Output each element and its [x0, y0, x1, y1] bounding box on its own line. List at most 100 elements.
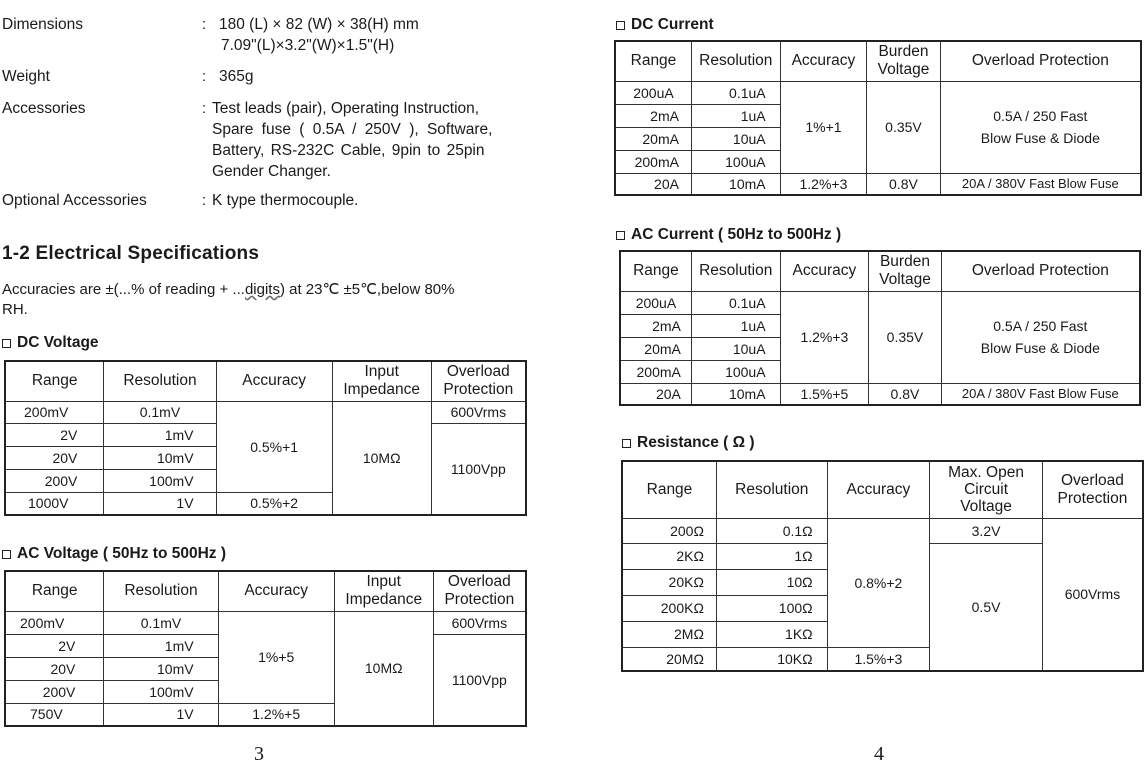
range-cell: 200mA: [614, 149, 692, 174]
range-cell: 20KΩ: [621, 568, 717, 596]
input-impedance-cell: 10MΩ: [331, 400, 432, 516]
accuracy-cell: 0.5%+2: [215, 491, 333, 516]
header-line: Circuit: [964, 481, 1008, 499]
accuracy-cell: 0.5%+1: [215, 400, 333, 493]
range-cell: 2MΩ: [621, 620, 717, 648]
range-cell: 200mV: [4, 400, 105, 424]
resolution-cell: 10KΩ: [715, 646, 828, 672]
table-row: 200mV 0.1mV 1%+5 10MΩ 600Vrms: [4, 610, 527, 727]
header-line: Overload: [447, 573, 511, 591]
spec-colon: :: [202, 100, 207, 117]
burden-voltage-cell: 0.35V: [866, 80, 941, 174]
header-max-open-circuit-voltage: Max. Open Circuit Voltage: [929, 460, 1043, 519]
table-header-row: Range Resolution Accuracy Max. Open Circu…: [621, 460, 1144, 519]
header-burden-voltage: Burden Voltage: [868, 250, 942, 292]
range-cell: 200Ω: [621, 517, 717, 544]
resistance-table: Range Resolution Accuracy Max. Open Circu…: [621, 460, 1144, 672]
range-cell: 200mA: [619, 359, 692, 384]
resolution-cell: 10mV: [103, 656, 219, 681]
ac-voltage-title: AC Voltage ( 50Hz to 500Hz ): [17, 545, 227, 562]
resolution-cell: 10mA: [690, 172, 781, 196]
accuracy-cell: 1%+5: [217, 610, 335, 704]
header-line: Overload: [1061, 471, 1124, 489]
accuracy-cell: 1.2%+3: [779, 172, 868, 196]
spec-label-dimensions: Dimensions: [2, 16, 83, 33]
dc-current-table: Range Resolution Accuracy Burden Voltage …: [614, 40, 1142, 196]
overload-line: Blow Fuse & Diode: [980, 130, 1100, 146]
range-cell: 2mA: [614, 103, 692, 128]
dc-current-title: DC Current: [631, 16, 714, 33]
section-title: 1-2 Electrical Specifications: [2, 243, 260, 264]
header-line: Protection: [1057, 489, 1128, 507]
spec-label-weight: Weight: [2, 68, 50, 85]
range-cell: 20V: [4, 656, 105, 681]
resolution-cell: 100uA: [690, 149, 781, 174]
ac-voltage-heading: AC Voltage ( 50Hz to 500Hz ): [2, 545, 226, 563]
header-accuracy: Accuracy: [779, 40, 868, 82]
header-accuracy: Accuracy: [215, 360, 333, 402]
header-overload-protection: Overload Protection: [432, 570, 527, 612]
overload-line: 0.5A / 250 Fast: [993, 108, 1088, 124]
table-header-row: Range Resolution Accuracy Input Impedance…: [4, 360, 527, 402]
page-number-left: 3: [254, 743, 264, 765]
range-cell: 2V: [4, 422, 105, 447]
resolution-cell: 0.1mV: [103, 400, 217, 424]
header-input-impedance: Input Impedance: [333, 570, 434, 612]
resolution-cell: 100Ω: [715, 594, 828, 622]
overload-line: 0.5A / 250 Fast: [993, 318, 1088, 334]
burden-voltage-cell: 0.8V: [868, 382, 942, 406]
accuracy-cell: 1.2%+5: [217, 702, 335, 727]
resolution-cell: 100mV: [103, 468, 217, 493]
header-overload-protection: Overload Protection: [940, 250, 1141, 292]
header-line: Input: [366, 573, 401, 591]
range-cell: 200uA: [619, 290, 692, 315]
ac-current-heading: AC Current ( 50Hz to 500Hz ): [616, 226, 841, 244]
accuracy-cell: 1%+1: [779, 80, 868, 174]
checkbox-square-icon: [616, 20, 625, 30]
accuracy-cell: 1.2%+3: [779, 290, 870, 384]
header-accuracy: Accuracy: [779, 250, 870, 292]
range-cell: 1000V: [4, 491, 105, 516]
table-row: 20A 10mA 1.2%+3 0.8V 20A / 380V Fast Blo…: [614, 172, 1142, 196]
resolution-cell: 1V: [103, 702, 219, 727]
accuracy-note-line2: RH.: [2, 301, 28, 318]
accuracy-cell: 0.8%+2: [826, 517, 931, 648]
dc-voltage-heading: DC Voltage: [2, 334, 99, 352]
range-cell: 20mA: [619, 336, 692, 361]
header-line: Protection: [443, 381, 514, 399]
page-number-right: 4: [874, 743, 884, 765]
range-cell: 2mA: [619, 313, 692, 338]
range-cell: 200uA: [614, 80, 692, 105]
checkbox-square-icon: [616, 230, 625, 240]
overload-cell: 600Vrms: [432, 610, 527, 635]
header-line: Voltage: [960, 498, 1012, 516]
spec-value-accessories-1: Test leads (pair), Operating Instruction…: [212, 100, 480, 117]
range-cell: 20mA: [614, 126, 692, 151]
table-row: 200uA 0.1uA 1%+1 0.35V 0.5A / 250 Fast Bl…: [614, 80, 1142, 174]
spec-value-accessories-2: Spare fuse ( 0.5A / 250V ), Software,: [212, 121, 493, 138]
accuracy-cell: 1.5%+5: [779, 382, 870, 406]
overload-cell: 0.5A / 250 Fast Blow Fuse & Diode: [940, 290, 1141, 384]
header-line: Voltage: [879, 271, 931, 289]
spec-value-accessories-4: Gender Changer.: [212, 163, 331, 180]
header-range: Range: [621, 460, 717, 519]
spec-colon: :: [202, 16, 207, 33]
resolution-cell: 1KΩ: [715, 620, 828, 648]
header-line: Impedance: [345, 591, 423, 609]
spec-colon: :: [202, 192, 207, 209]
range-cell: 200V: [4, 679, 105, 704]
header-range: Range: [614, 40, 692, 82]
table-row: 200mV 0.1mV 0.5%+1 10MΩ 600Vrms: [4, 400, 527, 516]
header-line: Overload: [446, 363, 510, 381]
range-cell: 2KΩ: [621, 542, 717, 570]
spec-value-dimensions-inch: 7.09"(L)×3.2"(W)×1.5"(H): [221, 37, 395, 54]
header-burden-voltage: Burden Voltage: [866, 40, 941, 82]
ac-current-table: Range Resolution Accuracy Burden Voltage …: [619, 250, 1141, 406]
table-header-row: Range Resolution Accuracy Input Impedance…: [4, 570, 527, 612]
range-cell: 20V: [4, 445, 105, 470]
header-resolution: Resolution: [103, 360, 217, 402]
checkbox-square-icon: [2, 549, 11, 559]
resistance-title: Resistance ( Ω ): [637, 434, 755, 451]
checkbox-square-icon: [622, 438, 631, 448]
header-accuracy: Accuracy: [826, 460, 931, 519]
